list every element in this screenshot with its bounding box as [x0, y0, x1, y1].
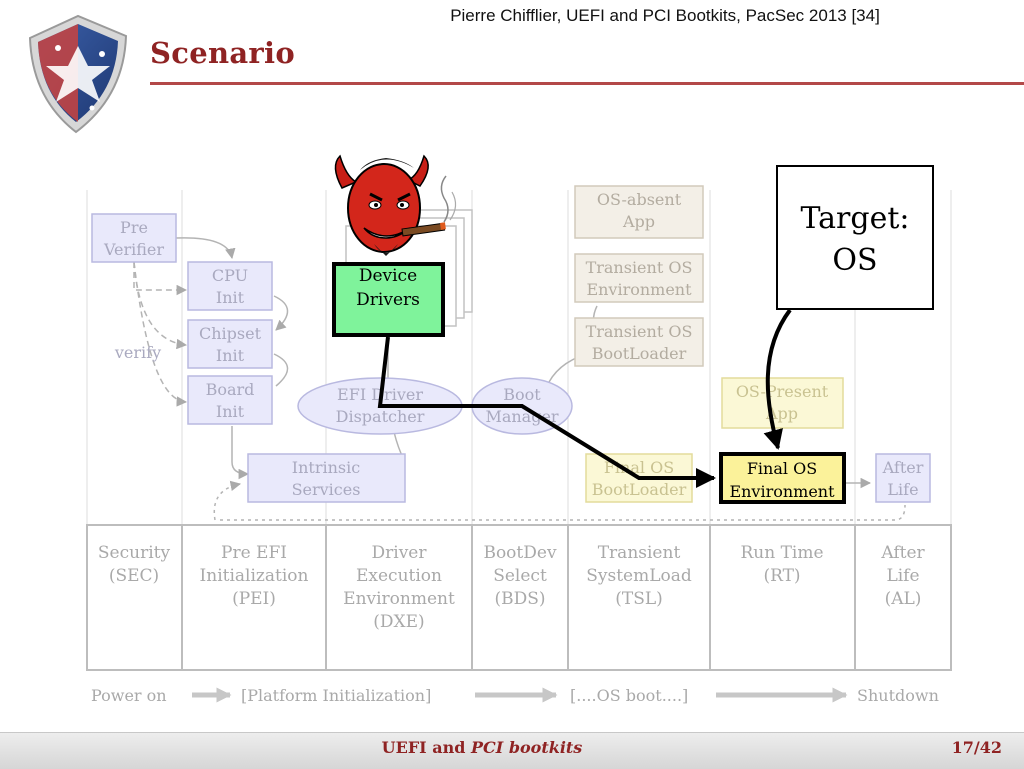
timeline-power-on: Power on	[91, 686, 167, 705]
footer-title: UEFI and PCI bootkits	[0, 738, 964, 757]
phase-al: After Life (AL)	[880, 543, 925, 609]
timeline-platform-init: [Platform Initialization]	[241, 686, 431, 705]
timeline-shutdown: Shutdown	[857, 686, 939, 705]
page-number: 17/42	[951, 738, 1002, 757]
chipset-init-box: Chipset Init	[187, 319, 273, 369]
transient-os-environment-box: Transient OS Environment	[574, 253, 704, 303]
transient-os-bootloader-box: Transient OS BootLoader	[574, 317, 704, 367]
footer-title-plain: UEFI and	[381, 738, 466, 757]
final-os-environment-box: Final OS Environment	[719, 452, 846, 504]
uefi-boot-diagram: Security (SEC) Pre EFI Initialization (PEI)…	[86, 154, 952, 705]
footer-title-italic: PCI bootkits	[471, 738, 583, 757]
verify-label: verify	[114, 343, 161, 362]
board-init-box: Board Init	[187, 375, 273, 425]
os-absent-app-box: OS-absent App	[574, 185, 704, 239]
after-life-box: After Life	[875, 453, 931, 503]
timeline-os-boot: [....OS boot....]	[570, 686, 688, 705]
pre-verifier-box: Pre Verifier	[91, 213, 177, 263]
target-os-box: Target: OS	[776, 165, 934, 310]
os-present-app-box: OS-Present App	[721, 377, 844, 429]
intrinsic-services-box: Intrinsic Services	[247, 453, 406, 503]
cpu-init-box: CPU Init	[187, 261, 273, 311]
device-drivers-box: Device Drivers	[332, 262, 445, 337]
timeline: Power on [Platform Initialization] [....…	[91, 686, 939, 705]
phase-table: Security (SEC) Pre EFI Initialization (PEI)…	[86, 524, 952, 671]
